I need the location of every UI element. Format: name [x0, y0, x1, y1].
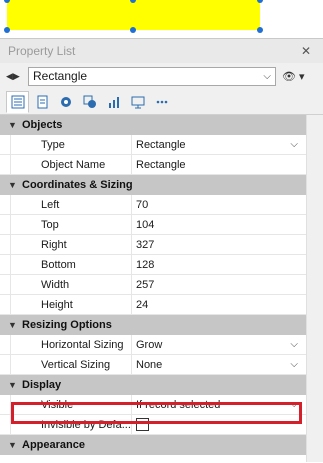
close-icon[interactable]: ✕	[297, 42, 315, 60]
resize-handle[interactable]	[4, 27, 10, 33]
property-name: Invisible by Defa...	[10, 415, 132, 434]
panel-title: Property List	[8, 44, 76, 58]
chevron-down-icon: ▾	[298, 70, 305, 83]
collapse-icon[interactable]: ▼	[8, 440, 22, 450]
selected-rectangle-shape[interactable]	[7, 0, 260, 30]
property-value-input[interactable]: Rectangle	[132, 155, 306, 174]
collapse-icon[interactable]: ▼	[8, 180, 22, 190]
chevron-down-icon[interactable]: ⌵	[290, 139, 298, 150]
property-name: Width	[10, 275, 132, 294]
section-label: Appearance	[22, 439, 85, 451]
property-value-input[interactable]: 128	[132, 255, 306, 274]
property-value-dropdown[interactable]: If record selected ⌵	[132, 395, 306, 414]
chevron-down-icon[interactable]: ⌵	[290, 339, 298, 350]
property-name: Vertical Sizing	[10, 355, 132, 374]
collapse-icon[interactable]: ▼	[8, 380, 22, 390]
section-label: Display	[22, 379, 62, 391]
object-selector-row: ◀ ▶ Rectangle ⌵ 👁 ▾	[0, 63, 323, 89]
chevron-down-icon: ⌵	[263, 70, 271, 82]
vertical-scrollbar[interactable]	[306, 115, 323, 462]
property-value-dropdown[interactable]: None ⌵	[132, 355, 306, 374]
property-value-input[interactable]: 104	[132, 215, 306, 234]
property-value-dropdown[interactable]: Grow ⌵	[132, 335, 306, 354]
property-value-input[interactable]: 327	[132, 235, 306, 254]
property-row-visible: Visible If record selected ⌵	[0, 395, 306, 415]
object-dropdown-value: Rectangle	[33, 69, 88, 83]
section-label: Objects	[22, 119, 63, 131]
chart-icon[interactable]	[102, 91, 125, 113]
design-canvas[interactable]	[0, 0, 323, 34]
resize-handle[interactable]	[130, 27, 136, 33]
property-name: Left	[10, 195, 132, 214]
property-category-toolbar	[0, 89, 323, 115]
property-list-panel: Property List ✕ ◀ ▶ Rectangle ⌵ 👁 ▾ ▼ Ob…	[0, 38, 323, 463]
collapse-icon[interactable]: ▼	[8, 120, 22, 130]
property-row-right: Right 327	[0, 235, 306, 255]
previous-object-icon[interactable]: ◀	[6, 71, 13, 82]
property-value-checkbox-cell	[132, 415, 306, 434]
resize-handle[interactable]	[257, 27, 263, 33]
property-row-bottom: Bottom 128	[0, 255, 306, 275]
gear-icon[interactable]	[54, 91, 77, 113]
collapse-icon[interactable]: ▼	[8, 320, 22, 330]
section-appearance[interactable]: ▼ Appearance	[0, 435, 306, 455]
property-row-width: Width 257	[0, 275, 306, 295]
property-name: Type	[10, 135, 132, 154]
resize-handle[interactable]	[257, 0, 263, 3]
shape-icon[interactable]	[78, 91, 101, 113]
object-dropdown[interactable]: Rectangle ⌵	[28, 66, 276, 86]
property-value-input[interactable]: 24	[132, 295, 306, 314]
property-name: Visible	[10, 395, 132, 414]
property-grid: ▼ Objects Type Rectangle ⌵ Object Name R…	[0, 115, 323, 462]
next-object-icon[interactable]: ▶	[13, 71, 20, 82]
property-name: Right	[10, 235, 132, 254]
property-value-dropdown[interactable]: Rectangle ⌵	[132, 135, 306, 154]
property-name: Horizontal Sizing	[10, 335, 132, 354]
chevron-down-icon[interactable]: ⌵	[290, 359, 298, 370]
visibility-menu-button[interactable]: 👁 ▾	[282, 70, 305, 83]
property-name: Bottom	[10, 255, 132, 274]
property-name: Object Name	[10, 155, 132, 174]
chevron-down-icon[interactable]: ⌵	[290, 399, 298, 410]
section-display[interactable]: ▼ Display	[0, 375, 306, 395]
property-name: Height	[10, 295, 132, 314]
object-nav-arrows: ◀ ▶	[6, 71, 28, 82]
property-row-height: Height 24	[0, 295, 306, 315]
section-resizing-options[interactable]: ▼ Resizing Options	[0, 315, 306, 335]
monitor-icon[interactable]	[126, 91, 149, 113]
properties-list-icon[interactable]	[6, 90, 29, 113]
property-row-vertical-sizing: Vertical Sizing None ⌵	[0, 355, 306, 375]
more-icon[interactable]	[150, 91, 173, 113]
property-row-invisible-by-default: Invisible by Defa...	[0, 415, 306, 435]
invisible-by-default-checkbox[interactable]	[136, 418, 149, 431]
property-row-horizontal-sizing: Horizontal Sizing Grow ⌵	[0, 335, 306, 355]
property-row-left: Left 70	[0, 195, 306, 215]
property-row-object-name: Object Name Rectangle	[0, 155, 306, 175]
panel-title-bar: Property List ✕	[0, 39, 323, 63]
section-objects[interactable]: ▼ Objects	[0, 115, 306, 135]
section-label: Coordinates & Sizing	[22, 179, 133, 191]
eye-icon: 👁	[282, 70, 296, 83]
section-coordinates-sizing[interactable]: ▼ Coordinates & Sizing	[0, 175, 306, 195]
property-name: Top	[10, 215, 132, 234]
document-icon[interactable]	[30, 91, 53, 113]
property-row-top: Top 104	[0, 215, 306, 235]
property-value-input[interactable]: 70	[132, 195, 306, 214]
section-label: Resizing Options	[22, 319, 112, 331]
property-row-type: Type Rectangle ⌵	[0, 135, 306, 155]
property-value-input[interactable]: 257	[132, 275, 306, 294]
